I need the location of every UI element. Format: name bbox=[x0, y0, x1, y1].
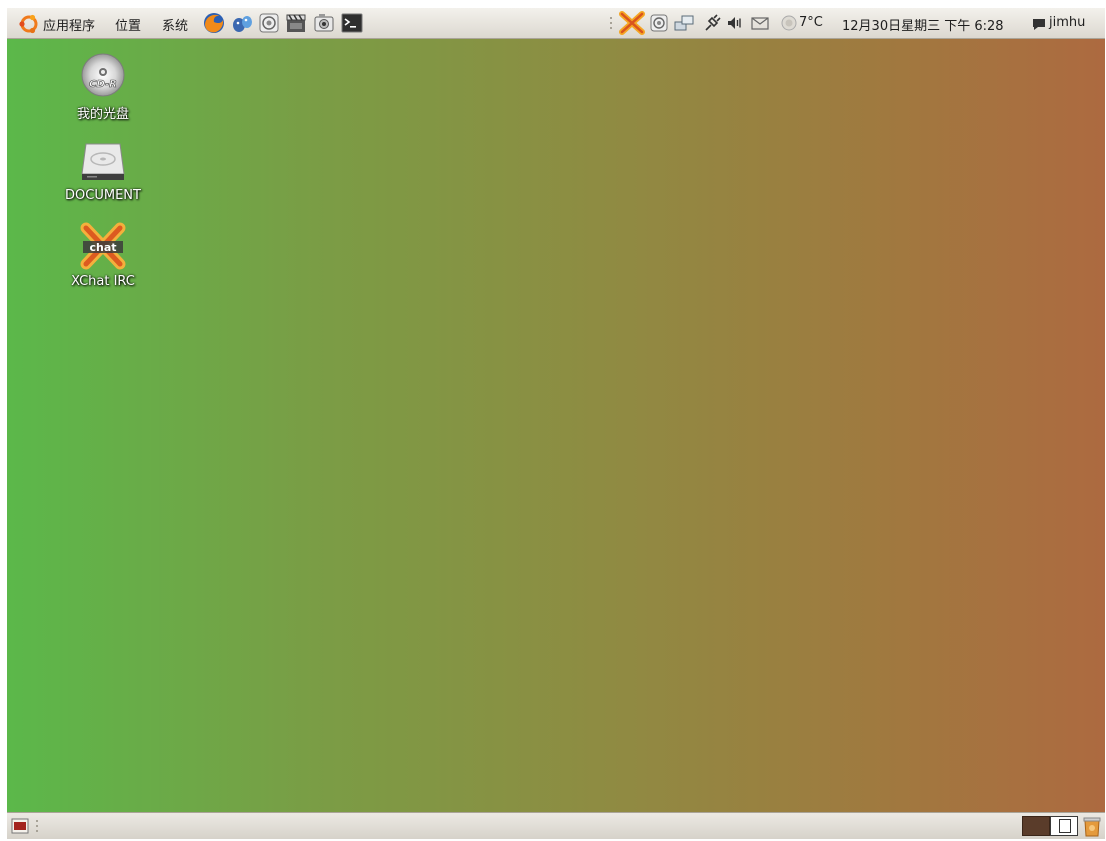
places-menu[interactable]: 位置 bbox=[115, 15, 141, 34]
ubuntu-logo-icon[interactable] bbox=[19, 14, 39, 34]
network-tray-icon[interactable] bbox=[674, 13, 694, 33]
desktop-icon-cdr[interactable]: CD-R 我的光盘 bbox=[48, 51, 158, 122]
weather-temperature[interactable]: 7°C bbox=[799, 15, 823, 30]
mail-icon[interactable] bbox=[750, 13, 770, 33]
sound-icon[interactable] bbox=[257, 11, 281, 35]
power-plug-icon[interactable] bbox=[702, 13, 722, 33]
applications-menu[interactable]: 应用程序 bbox=[43, 15, 95, 34]
chat-status-icon[interactable] bbox=[1031, 16, 1047, 32]
workspace-2[interactable] bbox=[1050, 816, 1078, 836]
user-name[interactable]: jimhu bbox=[1049, 15, 1085, 30]
camera-icon[interactable] bbox=[312, 11, 336, 35]
clock[interactable]: 12月30日星期三 下午 6:28 bbox=[842, 15, 1004, 34]
desktop-icon-label: XChat IRC bbox=[71, 274, 135, 289]
desktop: CD-R 我的光盘 DOCUMENT chat XChat IRC bbox=[7, 39, 1105, 812]
top-panel: 应用程序 位置 系统 7°C 12月30日星期三 下午 6:28 jimhu bbox=[7, 8, 1105, 39]
volume-icon[interactable] bbox=[725, 13, 745, 33]
workspace-1[interactable] bbox=[1022, 816, 1050, 836]
xchat-tray-icon[interactable] bbox=[619, 11, 645, 35]
xchat-icon: chat bbox=[80, 222, 126, 270]
desktop-icon-label: 我的光盘 bbox=[76, 107, 129, 122]
firefox-icon[interactable] bbox=[202, 11, 226, 35]
desktop-icon-label: DOCUMENT bbox=[65, 188, 141, 203]
workspace-window-preview bbox=[1059, 819, 1071, 833]
show-desktop-icon[interactable] bbox=[11, 817, 29, 835]
sound-tray-icon[interactable] bbox=[649, 13, 669, 33]
bottom-panel bbox=[7, 812, 1105, 839]
xchat-logo-text: chat bbox=[89, 241, 116, 254]
trash-icon[interactable] bbox=[1081, 815, 1103, 837]
desktop-icon-xchat[interactable]: chat XChat IRC bbox=[48, 222, 158, 289]
window-list-handle[interactable] bbox=[36, 820, 39, 832]
weather-icon[interactable] bbox=[779, 13, 799, 33]
movie-player-icon[interactable] bbox=[284, 11, 308, 35]
tray-handle[interactable] bbox=[610, 17, 613, 31]
screen: 应用程序 位置 系统 7°C 12月30日星期三 下午 6:28 jimhu C… bbox=[7, 8, 1105, 839]
cdr-disc-icon: CD-R bbox=[81, 53, 125, 97]
pidgin-icon[interactable] bbox=[230, 11, 254, 35]
terminal-icon[interactable] bbox=[340, 11, 364, 35]
hard-drive-icon bbox=[81, 143, 125, 180]
desktop-icon-document[interactable]: DOCUMENT bbox=[48, 136, 158, 203]
cd-label-text: CD-R bbox=[89, 79, 117, 90]
system-menu[interactable]: 系统 bbox=[162, 15, 188, 34]
